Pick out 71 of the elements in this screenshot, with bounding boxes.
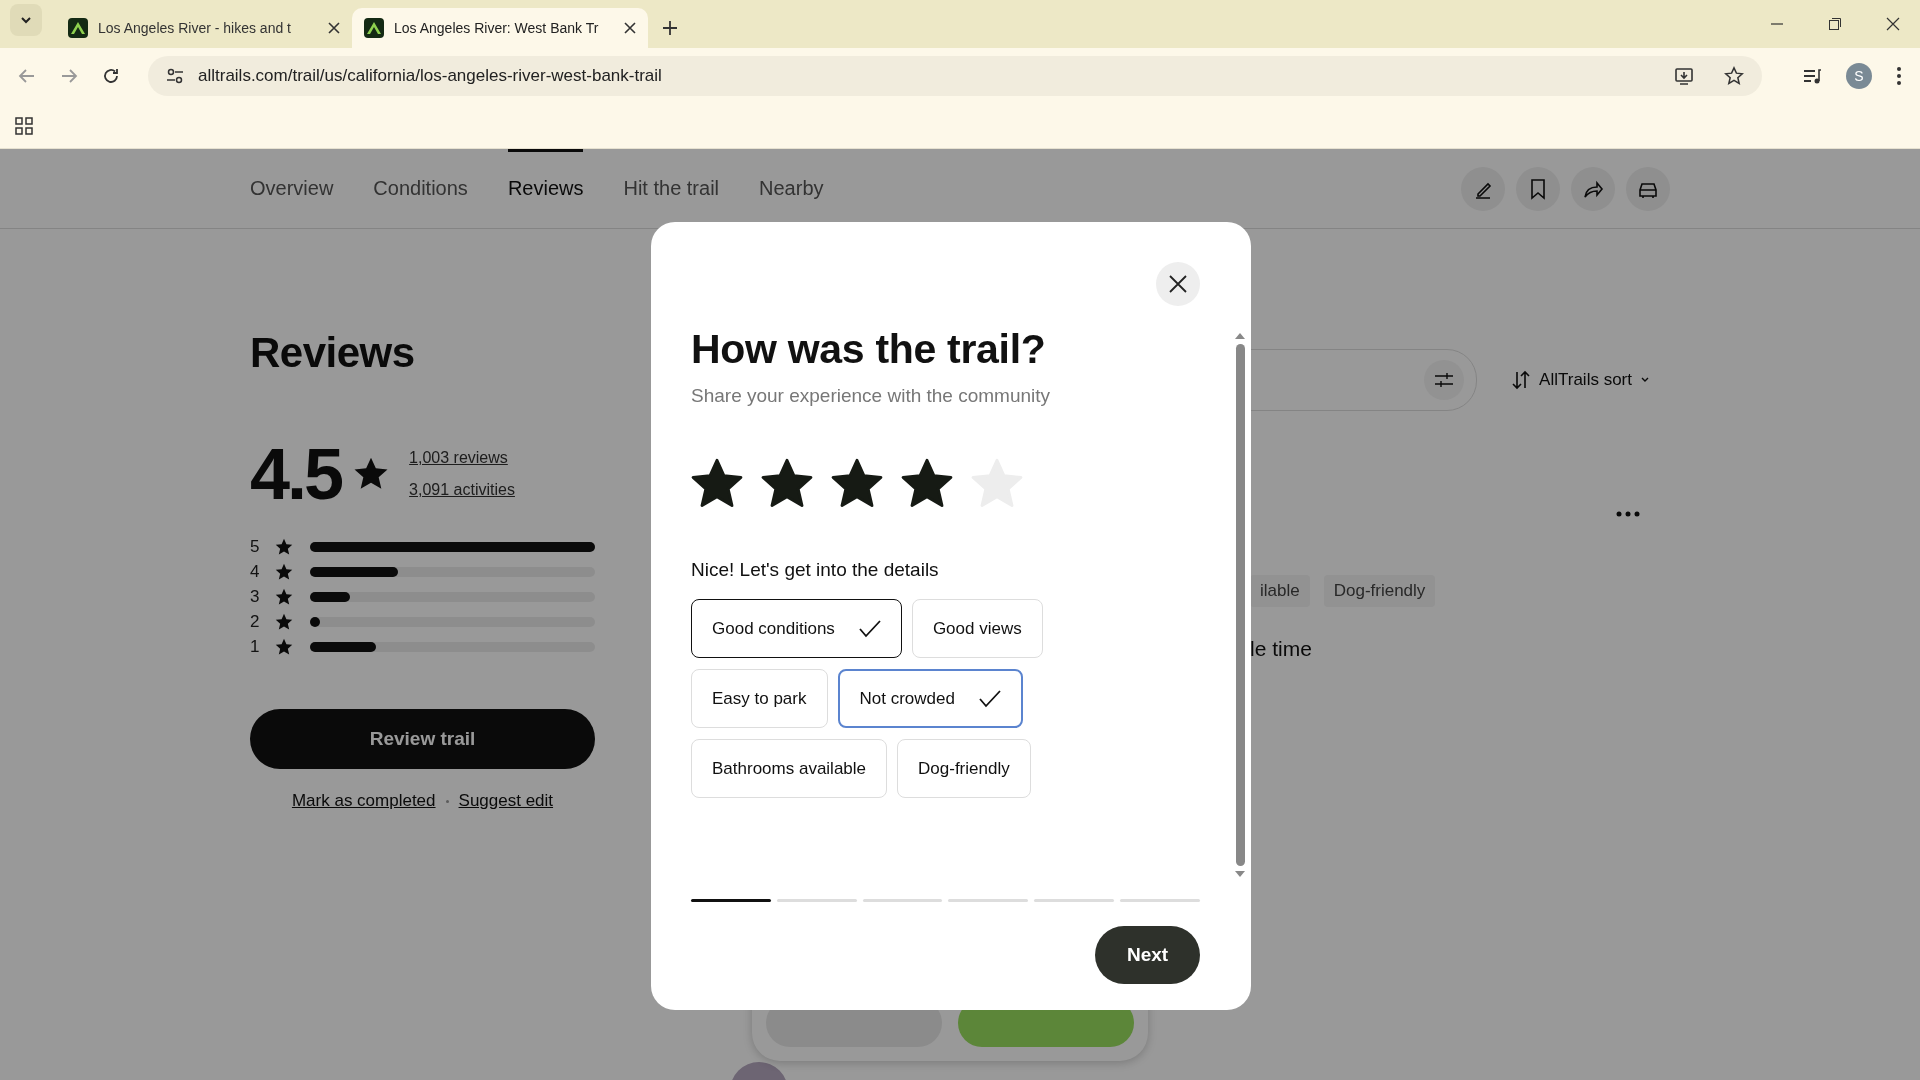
action-link[interactable]: Mark as completed	[291, 791, 436, 811]
address-bar[interactable]: alltrails.com/trail/us/california/los-angeles-river-west-bank-trail	[148, 56, 1762, 96]
option-chip[interactable]: Dog-friendly	[897, 739, 1031, 798]
star-icon	[274, 612, 294, 632]
reload-icon[interactable]	[102, 67, 120, 85]
menu-icon[interactable]	[1896, 66, 1902, 86]
scroll-down-icon[interactable]	[1234, 870, 1246, 878]
action-link[interactable]: Suggest edit	[458, 791, 554, 811]
close-icon[interactable]	[328, 22, 340, 34]
sliders-icon	[1434, 372, 1455, 388]
section-tab[interactable]: Reviews	[507, 149, 584, 228]
install-icon[interactable]	[1674, 66, 1694, 86]
option-chip[interactable]: Not crowded	[837, 669, 1023, 728]
separator-dot	[445, 799, 449, 803]
star-icon	[274, 587, 294, 607]
review-trail-button[interactable]: Review trail	[250, 709, 595, 769]
trail-logo-icon	[68, 18, 88, 38]
star-icon	[274, 562, 294, 582]
save-button[interactable]	[1516, 166, 1560, 211]
next-button[interactable]: Next	[1095, 926, 1200, 984]
average-rating: 4.5	[250, 433, 342, 515]
activities-count-link[interactable]: 3,091 activities	[409, 481, 515, 499]
bookmark-star-icon[interactable]	[1724, 66, 1744, 86]
browser-tab[interactable]: Los Angeles River - hikes and t	[56, 8, 352, 48]
section-tab[interactable]: Overview	[250, 149, 334, 228]
scrollbar[interactable]	[1233, 332, 1247, 878]
option-chip[interactable]: Easy to park	[691, 669, 828, 728]
tab-search-button[interactable]	[10, 4, 42, 36]
review-tag: Dog-friendly	[1323, 575, 1436, 607]
dialog-subtitle: Share your experience with the community	[691, 385, 1052, 407]
site-settings-icon[interactable]	[166, 67, 184, 85]
star-level-label: 2	[250, 612, 261, 632]
scroll-up-icon[interactable]	[1234, 332, 1246, 340]
star-level-label: 1	[250, 637, 261, 657]
review-tag: ilable	[1250, 575, 1310, 607]
reviews-count-link[interactable]: 1,003 reviews	[409, 449, 515, 467]
star-icon	[274, 537, 294, 557]
sort-arrows-icon	[1511, 370, 1532, 390]
option-chip[interactable]: Good conditions	[691, 599, 902, 658]
directions-button[interactable]	[1626, 166, 1670, 211]
star-level-label: 5	[250, 537, 261, 557]
close-icon	[1169, 275, 1187, 293]
more-options-icon[interactable]	[1616, 511, 1640, 517]
media-control-icon[interactable]	[1802, 66, 1822, 86]
star-icon	[274, 637, 294, 657]
apps-grid-icon[interactable]	[15, 117, 33, 135]
new-tab-icon[interactable]	[662, 20, 678, 36]
checkmark-icon	[858, 619, 881, 638]
restore-icon[interactable]	[1828, 17, 1842, 31]
back-icon[interactable]	[18, 67, 36, 85]
profile-avatar[interactable]: S	[1846, 63, 1872, 89]
share-button[interactable]	[1571, 166, 1615, 211]
star-level-label: 3	[250, 587, 261, 607]
details-prompt: Nice! Let's get into the details	[691, 559, 940, 581]
close-icon[interactable]	[1886, 17, 1900, 31]
close-button[interactable]	[1156, 262, 1200, 306]
option-chip[interactable]: Good views	[911, 599, 1043, 658]
forward-icon[interactable]	[60, 67, 78, 85]
checkmark-icon	[978, 689, 1001, 708]
review-text: le time	[1249, 637, 1313, 661]
option-chip[interactable]: Bathrooms available	[691, 739, 888, 798]
close-icon[interactable]	[624, 22, 636, 34]
section-tab[interactable]: Conditions	[373, 149, 468, 228]
sort-dropdown[interactable]: AllTrails sort	[1511, 370, 1650, 390]
star-level-label: 4	[250, 562, 261, 582]
trail-logo-icon	[364, 18, 384, 38]
browser-tab[interactable]: Los Angeles River: West Bank Tr	[352, 8, 648, 48]
filter-button[interactable]	[1424, 360, 1465, 400]
edit-button[interactable]	[1461, 166, 1505, 211]
dialog-title: How was the trail?	[691, 326, 1047, 373]
reviews-heading: Reviews	[250, 329, 416, 377]
